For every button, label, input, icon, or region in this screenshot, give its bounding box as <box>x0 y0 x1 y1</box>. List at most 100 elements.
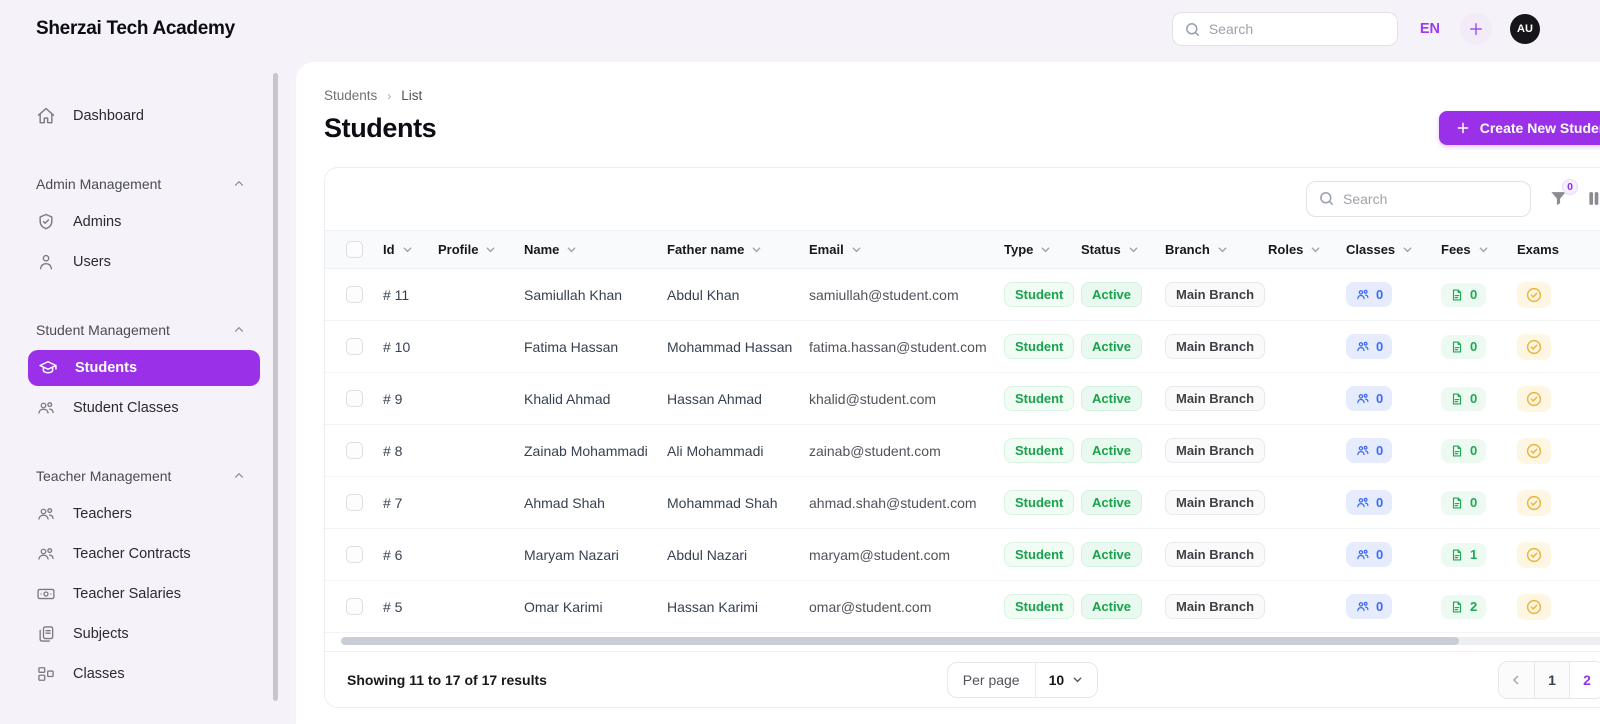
classes-count-badge[interactable]: 0 <box>1346 542 1392 567</box>
sidebar-item-student-classes[interactable]: Student Classes <box>0 388 276 428</box>
table-search[interactable] <box>1306 181 1531 217</box>
column-header-fees[interactable]: Fees <box>1441 231 1517 269</box>
classes-count-badge[interactable]: 0 <box>1346 594 1392 619</box>
column-header-exams[interactable]: Exams <box>1517 231 1600 269</box>
chevron-down-icon <box>1039 243 1052 256</box>
sidebar-section-student-management[interactable]: Student Management <box>0 312 276 348</box>
row-checkbox[interactable] <box>346 390 363 407</box>
global-search-input[interactable] <box>1173 21 1397 37</box>
cell-status: Active <box>1081 581 1165 633</box>
file-icon <box>1450 496 1464 510</box>
exams-badge[interactable] <box>1517 386 1551 412</box>
exams-badge[interactable] <box>1517 282 1551 308</box>
table-row[interactable]: # 5 Omar Karimi Hassan Karimi omar@stude… <box>325 581 1600 633</box>
sidebar-item-dashboard[interactable]: Dashboard <box>0 96 276 136</box>
fees-count-badge[interactable]: 0 <box>1441 387 1486 411</box>
filter-button[interactable]: 0 <box>1549 189 1569 209</box>
pagination-page-1[interactable]: 1 <box>1534 662 1569 698</box>
horizontal-scrollbar[interactable] <box>341 637 1600 645</box>
per-page-select[interactable]: Per page 10 <box>947 662 1098 698</box>
fees-count-badge[interactable]: 0 <box>1441 439 1486 463</box>
exams-badge[interactable] <box>1517 438 1551 464</box>
branch-badge: Main Branch <box>1165 334 1265 359</box>
file-icon <box>1450 444 1464 458</box>
fees-count-badge[interactable]: 2 <box>1441 595 1486 619</box>
column-header-classes[interactable]: Classes <box>1346 231 1441 269</box>
sidebar-item-teacher-contracts[interactable]: Teacher Contracts <box>0 534 276 574</box>
columns-toggle-button[interactable] <box>1587 189 1600 209</box>
classes-count-badge[interactable]: 0 <box>1346 438 1392 463</box>
plus-icon <box>1467 20 1485 38</box>
horizontal-scrollbar-thumb[interactable] <box>341 637 1459 645</box>
classes-count-badge[interactable]: 0 <box>1346 334 1392 359</box>
global-search[interactable] <box>1172 12 1398 46</box>
column-header-branch[interactable]: Branch <box>1165 231 1268 269</box>
row-checkbox[interactable] <box>346 338 363 355</box>
sidebar-item-classes[interactable]: Classes <box>0 654 276 694</box>
classes-count-badge[interactable]: 0 <box>1346 386 1392 411</box>
breadcrumb-list[interactable]: List <box>401 88 422 103</box>
classes-count-badge[interactable]: 0 <box>1346 282 1392 307</box>
users-icon <box>36 544 56 564</box>
type-badge: Student <box>1004 282 1074 307</box>
table-row[interactable]: # 7 Ahmad Shah Mohammad Shah ahmad.shah@… <box>325 477 1600 529</box>
table-row[interactable]: # 6 Maryam Nazari Abdul Nazari maryam@st… <box>325 529 1600 581</box>
cell-type: Student <box>1004 529 1081 581</box>
sidebar-item-teachers[interactable]: Teachers <box>0 494 276 534</box>
exams-badge[interactable] <box>1517 542 1551 568</box>
branch-badge: Main Branch <box>1165 542 1265 567</box>
sidebar-item-teacher-salaries[interactable]: Teacher Salaries <box>0 574 276 614</box>
sidebar-item-subjects[interactable]: Subjects <box>0 614 276 654</box>
cell-classes: 0 <box>1346 321 1441 373</box>
sidebar-section-admin-management[interactable]: Admin Management <box>0 166 276 202</box>
cell-status: Active <box>1081 477 1165 529</box>
table-row[interactable]: # 11 Samiullah Khan Abdul Khan samiullah… <box>325 269 1600 321</box>
table-row[interactable]: # 10 Fatima Hassan Mohammad Hassan fatim… <box>325 321 1600 373</box>
create-new-student-button[interactable]: Create New Student <box>1439 111 1600 145</box>
quick-add-button[interactable] <box>1460 13 1492 45</box>
branch-badge: Main Branch <box>1165 490 1265 515</box>
language-switcher[interactable]: EN <box>1420 21 1440 37</box>
cell-exams <box>1517 269 1600 321</box>
column-header-email[interactable]: Email <box>809 231 1004 269</box>
row-checkbox[interactable] <box>346 598 363 615</box>
table-row[interactable]: # 8 Zainab Mohammadi Ali Mohammadi zaina… <box>325 425 1600 477</box>
users-icon <box>1355 547 1370 562</box>
exams-badge[interactable] <box>1517 490 1551 516</box>
column-header-profile[interactable]: Profile <box>438 231 524 269</box>
check-circle-icon <box>1525 286 1543 304</box>
breadcrumb-students[interactable]: Students <box>324 88 377 103</box>
chevron-down-icon <box>565 243 578 256</box>
fees-count-badge[interactable]: 0 <box>1441 491 1486 515</box>
row-checkbox[interactable] <box>346 494 363 511</box>
exams-badge[interactable] <box>1517 594 1551 620</box>
users-icon <box>1355 287 1370 302</box>
row-checkbox[interactable] <box>346 442 363 459</box>
column-header-name[interactable]: Name <box>524 231 667 269</box>
sidebar-section-teacher-management[interactable]: Teacher Management <box>0 458 276 494</box>
user-avatar[interactable]: AU <box>1510 14 1540 44</box>
table-row[interactable]: # 9 Khalid Ahmad Hassan Ahmad khalid@stu… <box>325 373 1600 425</box>
exams-badge[interactable] <box>1517 334 1551 360</box>
column-header-father-name[interactable]: Father name <box>667 231 809 269</box>
table-search-input[interactable] <box>1307 191 1530 207</box>
pagination-page-2[interactable]: 2 <box>1569 662 1600 698</box>
cell-type: Student <box>1004 581 1081 633</box>
users-icon <box>1355 443 1370 458</box>
row-checkbox[interactable] <box>346 546 363 563</box>
fees-count-badge[interactable]: 0 <box>1441 283 1486 307</box>
classes-count-badge[interactable]: 0 <box>1346 490 1392 515</box>
row-checkbox[interactable] <box>346 286 363 303</box>
column-header-roles[interactable]: Roles <box>1268 231 1346 269</box>
select-all-checkbox[interactable] <box>346 241 363 258</box>
column-header-status[interactable]: Status <box>1081 231 1165 269</box>
column-header-id[interactable]: Id <box>383 231 438 269</box>
sidebar-item-users[interactable]: Users <box>0 242 276 282</box>
column-header-type[interactable]: Type <box>1004 231 1081 269</box>
sidebar-item-students[interactable]: Students <box>28 350 260 386</box>
fees-count-badge[interactable]: 0 <box>1441 335 1486 359</box>
pagination-prev-button[interactable] <box>1499 662 1534 698</box>
sidebar-item-admins[interactable]: Admins <box>0 202 276 242</box>
fees-count-badge[interactable]: 1 <box>1441 543 1486 567</box>
shield-check-icon <box>36 212 56 232</box>
